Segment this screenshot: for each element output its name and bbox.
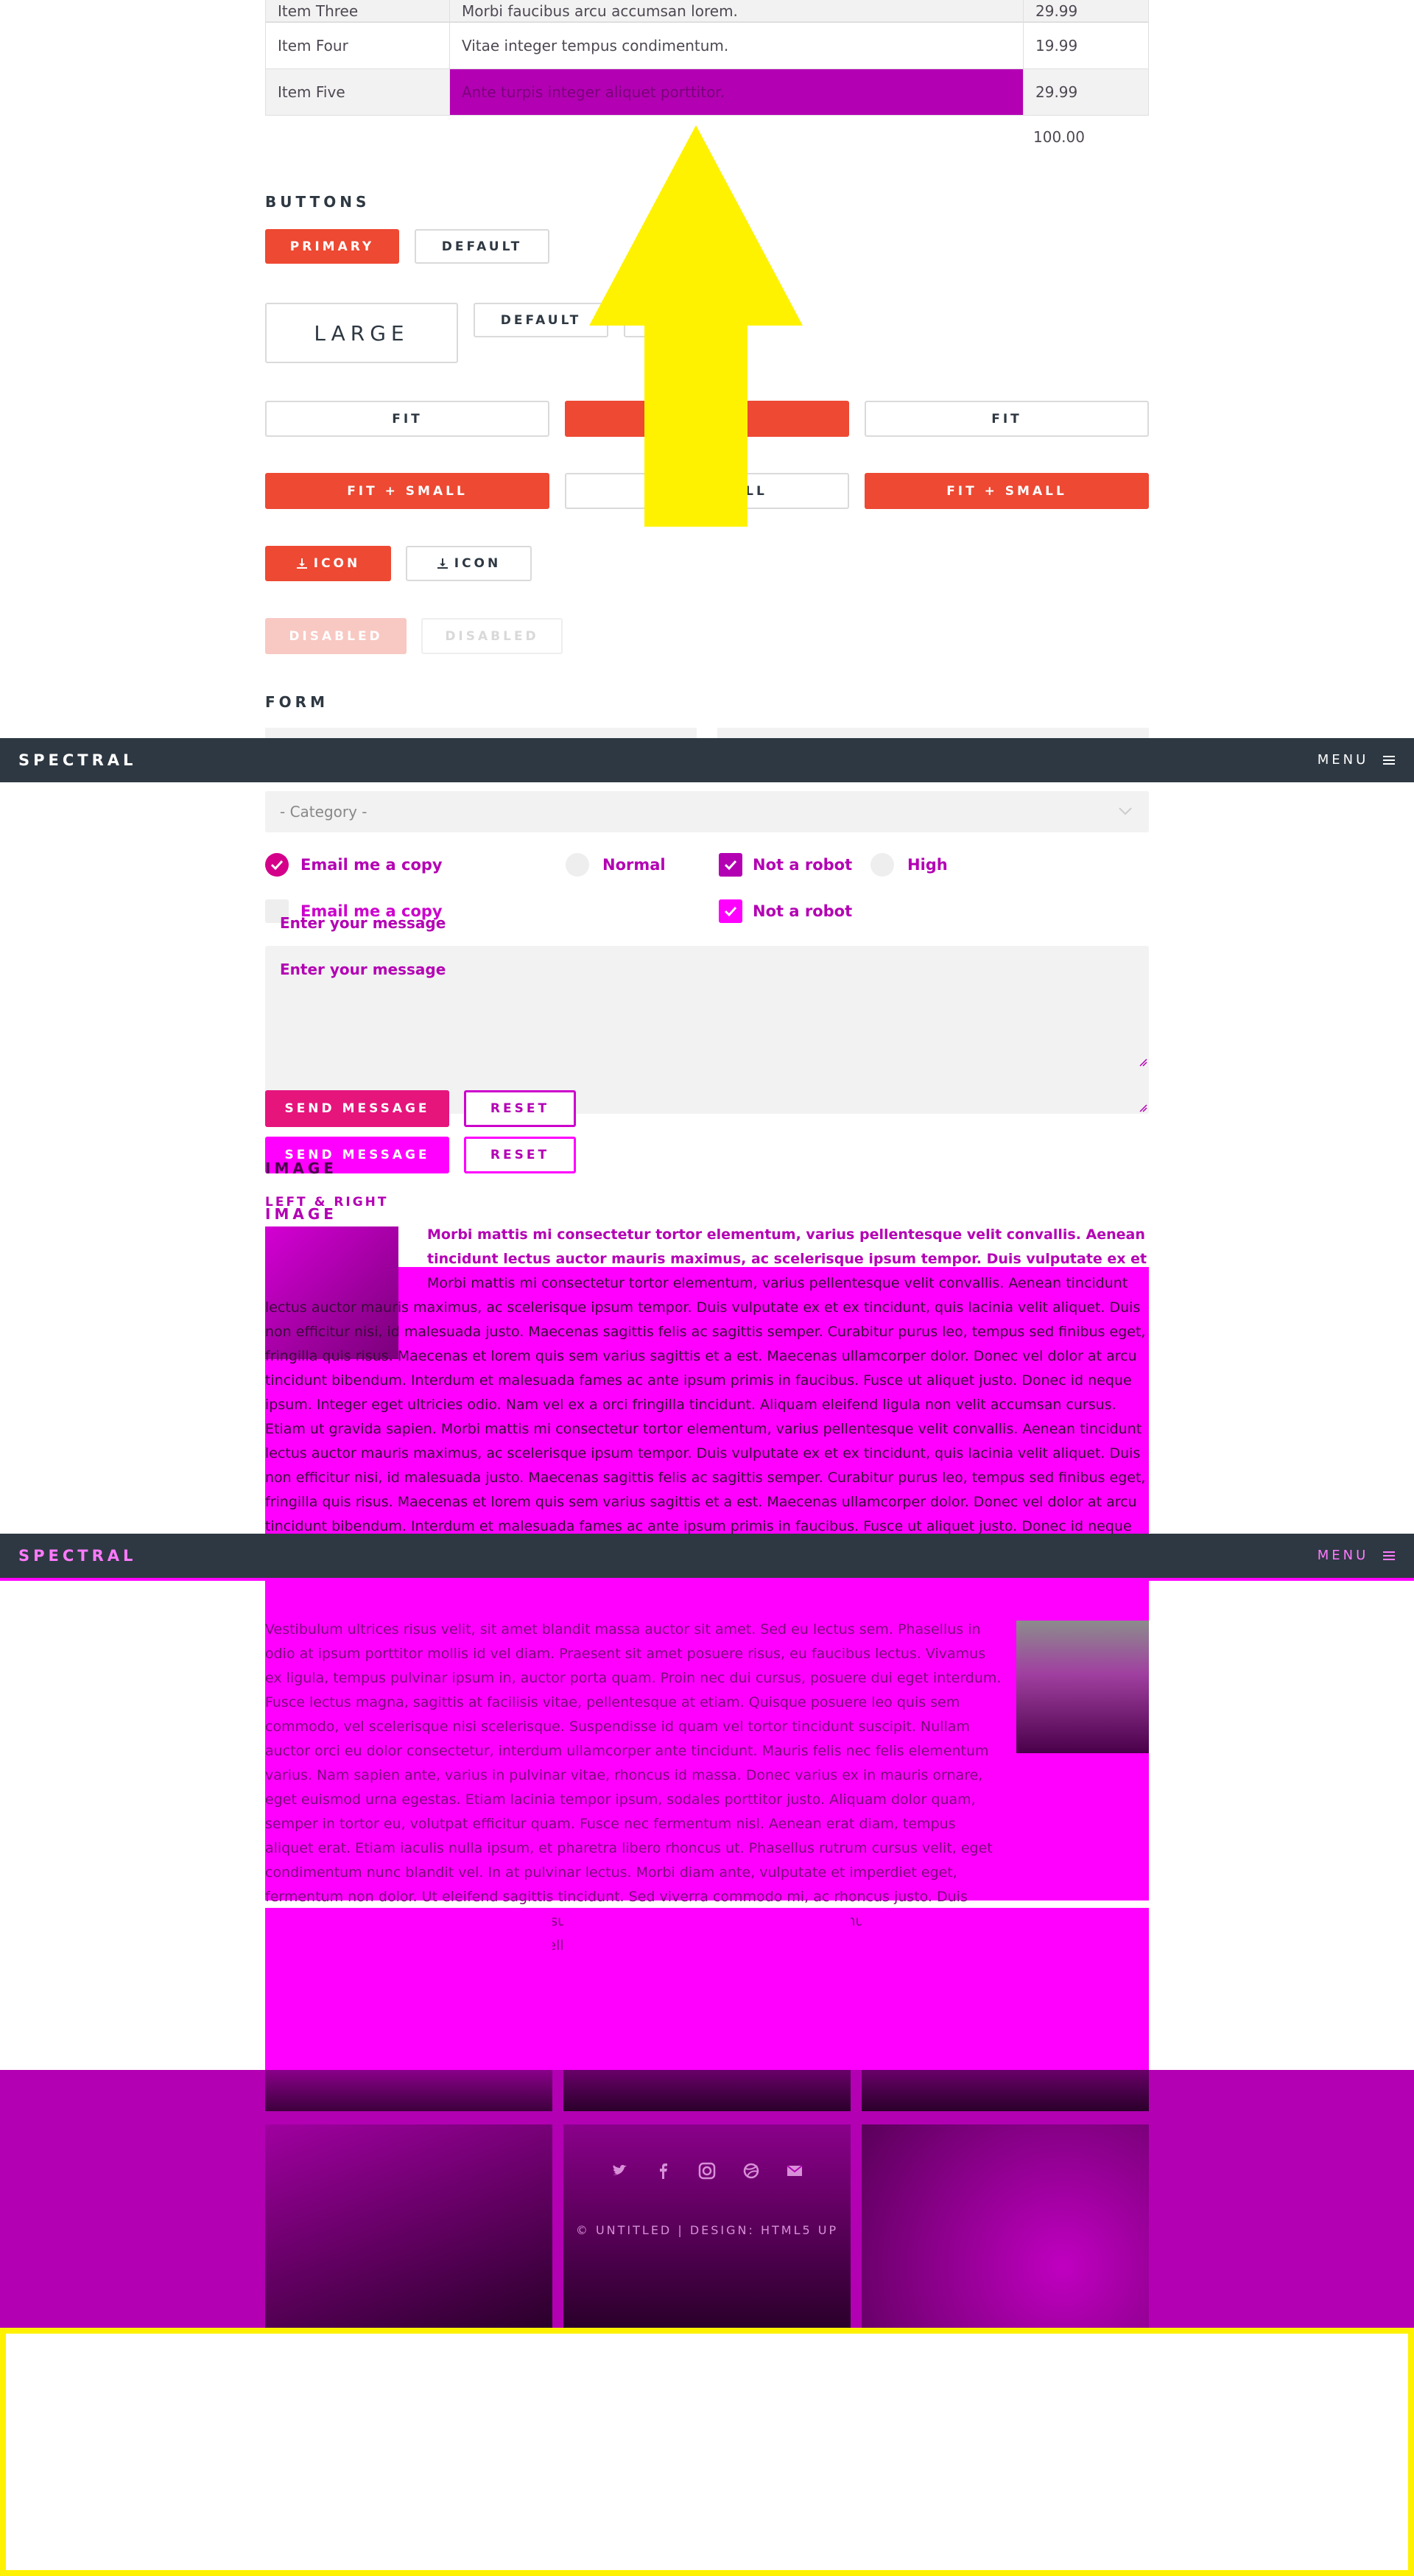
footer-copyright: © UNTITLED | DESIGN: HTML5 UP xyxy=(575,2223,839,2237)
dribbble-icon[interactable] xyxy=(742,2161,761,2180)
not-robot-label: Not a robot xyxy=(753,856,853,874)
gallery-image[interactable] xyxy=(862,2070,1149,2111)
checkmark-icon xyxy=(270,860,284,871)
download-icon xyxy=(296,558,307,569)
image-heading-alt: Image xyxy=(265,1205,337,1223)
instagram-icon[interactable] xyxy=(697,2161,717,2180)
menu-toggle[interactable]: MENU xyxy=(1318,738,1395,782)
image-heading: Image xyxy=(265,1159,337,1177)
icon-button-label: Icon xyxy=(313,556,361,571)
category-value: - Category - xyxy=(280,803,367,821)
priority-normal-radio[interactable] xyxy=(566,853,589,877)
site-brand-sticky[interactable]: SPECTRAL xyxy=(18,1534,136,1578)
checkmark-icon xyxy=(724,906,737,917)
table-cell-desc: Ante turpis integer aliquet porttitor. xyxy=(449,69,1024,116)
table-cell-name: Item Five xyxy=(265,69,450,116)
table-cell-name: Item Four xyxy=(265,22,450,69)
reset-button[interactable]: Reset xyxy=(464,1090,576,1127)
chevron-down-icon xyxy=(1119,807,1132,815)
site-brand[interactable]: SPECTRAL xyxy=(18,738,136,782)
facebook-icon[interactable] xyxy=(654,2161,673,2180)
priority-high-label: High xyxy=(907,856,948,874)
send-message-button[interactable]: Send Message xyxy=(265,1090,449,1127)
envelope-icon[interactable] xyxy=(785,2161,804,2180)
priority-high-radio[interactable] xyxy=(870,853,894,877)
up-arrow-icon xyxy=(589,125,803,527)
top-navbar: SPECTRAL MENU xyxy=(0,738,1414,782)
table-cell-desc: Vitae integer tempus condimentum. xyxy=(449,22,1024,69)
download-icon xyxy=(437,558,448,569)
form-heading: Form xyxy=(265,693,328,711)
image-paragraph-lead-text: Morbi mattis mi consectetur tortor eleme… xyxy=(427,1226,1147,1267)
menu-label: MENU xyxy=(1317,1548,1369,1563)
email-copy-label: Email me a copy xyxy=(300,856,443,874)
table-cell-price: 29.99 xyxy=(1023,69,1149,116)
disabled-button-default: Disabled xyxy=(421,618,563,654)
gallery-image[interactable] xyxy=(265,2070,552,2111)
menu-label: MENU xyxy=(1317,752,1369,768)
social-icons xyxy=(610,2161,804,2183)
not-robot-checkbox[interactable] xyxy=(719,853,742,877)
table-cell-price: 29.99 xyxy=(1023,0,1149,22)
twitter-icon[interactable] xyxy=(610,2161,629,2180)
menu-toggle-sticky[interactable]: MENU xyxy=(1318,1534,1395,1578)
not-robot-label-alt: Not a robot xyxy=(753,902,853,920)
right-image xyxy=(1016,1621,1149,1753)
icon-button-primary[interactable]: Icon xyxy=(265,546,391,581)
default-button[interactable]: Default xyxy=(415,229,549,264)
resize-handle-icon[interactable] xyxy=(1139,1103,1147,1112)
table-cell-desc: Morbi faucibus arcu accumsan lorem. xyxy=(449,0,1024,22)
table-cell-name: Item Three xyxy=(265,0,450,22)
gallery-image[interactable] xyxy=(265,2124,552,2328)
icon-button-default[interactable]: Icon xyxy=(406,546,532,581)
image-paragraph-lead: Morbi mattis mi consectetur tortor eleme… xyxy=(427,1223,1149,1271)
not-robot-checkbox-alt[interactable] xyxy=(719,899,742,923)
message-placeholder: Enter your message xyxy=(280,961,446,978)
highlight-box xyxy=(0,2328,1414,2576)
large-button[interactable]: Large xyxy=(265,303,458,363)
disabled-button-primary: Disabled xyxy=(265,618,407,654)
table-cell-price: 19.99 xyxy=(1023,22,1149,69)
fit-button[interactable]: Fit xyxy=(865,401,1149,437)
message-textarea[interactable]: Enter your message xyxy=(265,946,1149,1114)
gallery-image[interactable] xyxy=(563,2070,851,2111)
message-label: Enter your message xyxy=(280,914,446,932)
sticky-navbar: SPECTRAL MENU xyxy=(0,1534,1414,1581)
icon-button-label: Icon xyxy=(454,556,502,571)
primary-button[interactable]: Primary xyxy=(265,229,399,264)
hamburger-icon xyxy=(1383,1551,1395,1560)
fit-small-button[interactable]: Fit + Small xyxy=(265,473,549,509)
gallery-image[interactable] xyxy=(862,2124,1149,2328)
priority-normal-label: Normal xyxy=(602,856,666,874)
reset-button-alt[interactable]: Reset xyxy=(464,1137,576,1173)
buttons-heading: Buttons xyxy=(265,193,370,211)
checkmark-icon xyxy=(724,860,737,871)
category-select[interactable]: - Category - xyxy=(265,791,1149,832)
table-total: 100.00 xyxy=(1033,128,1085,146)
default-small-button[interactable]: Default xyxy=(474,303,608,337)
resize-handle-icon[interactable] xyxy=(1139,1058,1147,1067)
hamburger-icon xyxy=(1383,756,1395,765)
fit-button[interactable]: Fit xyxy=(265,401,549,437)
fit-small-button[interactable]: Fit + Small xyxy=(865,473,1149,509)
email-copy-checkbox[interactable] xyxy=(265,853,289,877)
